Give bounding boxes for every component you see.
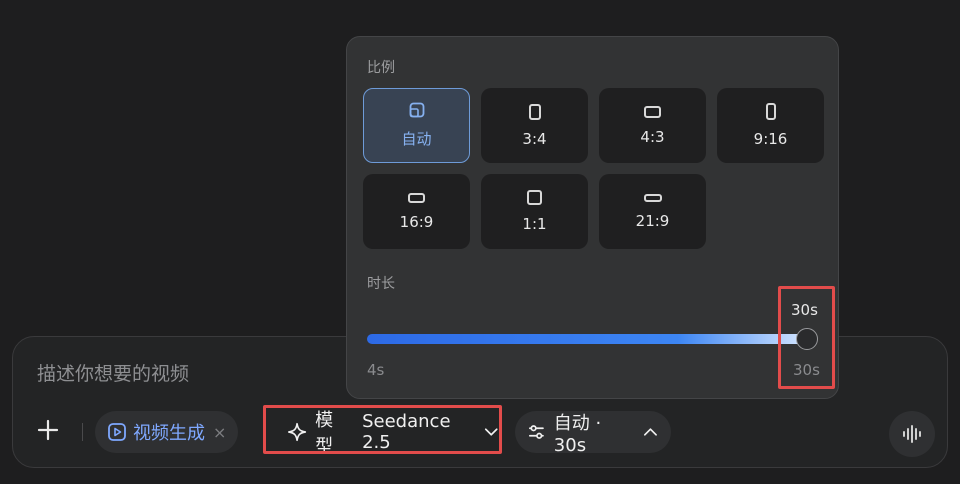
video-play-icon — [108, 423, 126, 441]
divider — [82, 423, 83, 441]
chevron-down-icon — [484, 428, 498, 436]
settings-summary: 自动 · 30s — [553, 412, 602, 456]
model-value: Seedance 2.5 — [362, 411, 451, 453]
ratio-option-label: 自动 — [401, 130, 432, 148]
tall-portrait-ratio-icon — [765, 103, 776, 120]
ratio-option-label: 21:9 — [635, 211, 670, 230]
ratio-option-auto[interactable]: 自动 — [363, 88, 470, 163]
generation-settings-button[interactable]: 自动 · 30s — [515, 411, 671, 456]
prompt-input[interactable]: 描述你想要的视频 — [37, 359, 189, 386]
duration-min-label: 4s — [367, 361, 385, 379]
video-chip-label: 视频生成 — [133, 423, 205, 444]
sparkle-icon — [288, 422, 307, 442]
wide-landscape-ratio-icon — [408, 192, 425, 203]
ratio-option-label: 16:9 — [399, 212, 434, 231]
duration-max-label: 30s — [793, 361, 820, 379]
duration-slider-thumb[interactable] — [796, 328, 818, 350]
ratio-option-label: 9:16 — [753, 130, 788, 148]
ratio-option-3-4[interactable]: 3:4 — [481, 88, 588, 163]
ultrawide-ratio-icon — [643, 193, 662, 202]
ratio-section-label: 比例 — [367, 60, 395, 76]
voice-input-button[interactable] — [889, 411, 935, 457]
duration-current-value: 30s — [791, 301, 818, 319]
landscape-ratio-icon — [644, 105, 661, 118]
duration-section-label: 时长 — [367, 276, 395, 292]
portrait-ratio-icon — [528, 103, 541, 120]
generation-settings-popup: 比例 自动 3:4 4:3 9:16 16:9 1:1 21:9 时长 30s … — [346, 36, 839, 399]
ratio-options: 自动 3:4 4:3 9:16 16:9 1:1 21:9 — [363, 88, 824, 249]
auto-ratio-icon — [409, 102, 424, 118]
remove-chip-icon[interactable]: × — [213, 423, 226, 442]
plus-icon — [37, 419, 59, 441]
model-selector[interactable]: 模型 Seedance 2.5 — [275, 410, 511, 457]
add-attachment-button[interactable] — [35, 417, 61, 443]
ratio-option-21-9[interactable]: 21:9 — [599, 174, 706, 249]
ratio-option-16-9[interactable]: 16:9 — [363, 174, 470, 249]
chevron-up-icon — [644, 428, 658, 436]
model-label: 模型 — [315, 410, 334, 457]
ratio-option-label: 3:4 — [522, 129, 547, 148]
duration-slider-track[interactable] — [367, 334, 811, 344]
ratio-option-label: 1:1 — [522, 215, 547, 233]
audio-wave-icon — [903, 425, 921, 443]
ratio-option-1-1[interactable]: 1:1 — [481, 174, 588, 249]
square-ratio-icon — [527, 190, 542, 205]
video-generation-chip[interactable]: 视频生成 × — [95, 411, 239, 453]
sliders-icon — [528, 425, 544, 439]
ratio-option-4-3[interactable]: 4:3 — [599, 88, 706, 163]
ratio-option-label: 4:3 — [640, 127, 665, 146]
ratio-option-9-16[interactable]: 9:16 — [717, 88, 824, 163]
